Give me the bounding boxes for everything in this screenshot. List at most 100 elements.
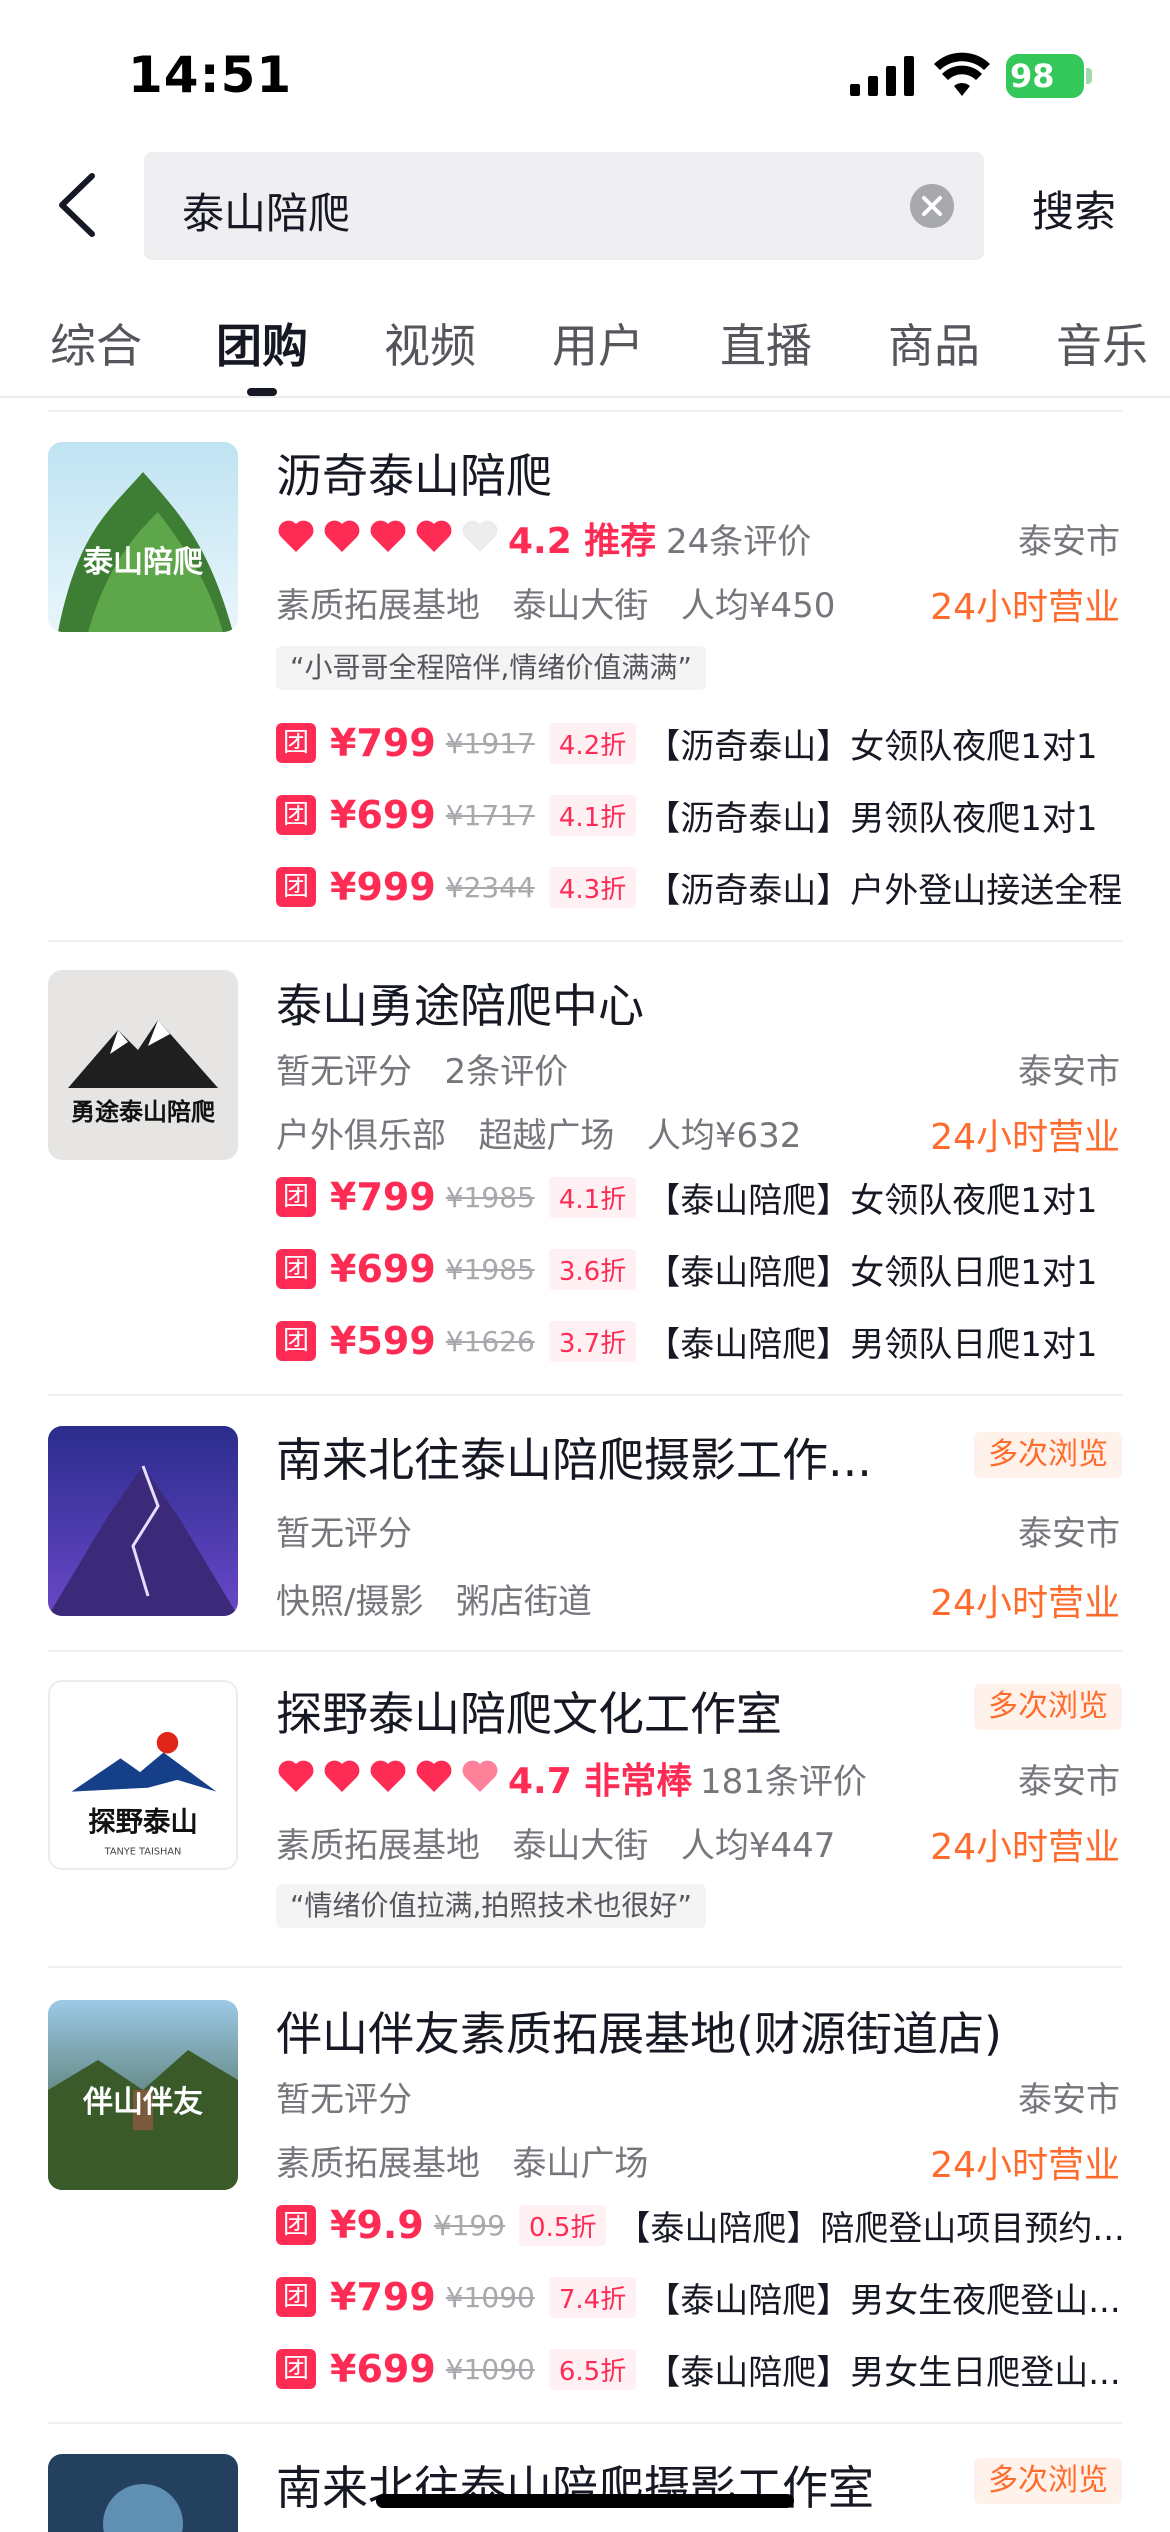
group-buy-tag: 团 bbox=[276, 2205, 316, 2245]
avg-price: 人均¥447 bbox=[680, 1826, 836, 1866]
heart-full-icon bbox=[324, 1760, 360, 1792]
deal-item[interactable]: 团 ¥9.9 ¥199 0.5折 【泰山陪爬】陪爬登山项目预约... bbox=[276, 2200, 1125, 2250]
deal-item[interactable]: 团 ¥699 ¥1717 4.1折 【沥奇泰山】男领队夜爬1对1 bbox=[276, 790, 1097, 840]
heart-full-icon bbox=[278, 1760, 314, 1792]
discount: 0.5折 bbox=[519, 2204, 607, 2246]
tab-group-buy[interactable]: 团购 bbox=[216, 310, 308, 376]
area: 泰山广场 bbox=[512, 2144, 649, 2184]
original-price: ¥1090 bbox=[445, 2280, 535, 2314]
heart-full-icon bbox=[416, 520, 452, 552]
divider bbox=[48, 2422, 1122, 2424]
tab-general[interactable]: 综合 bbox=[50, 310, 142, 376]
thumb-text: 泰山陪爬 bbox=[83, 545, 204, 580]
tab-products[interactable]: 商品 bbox=[888, 310, 980, 376]
deal-item[interactable]: 团 ¥699 ¥1985 3.6折 【泰山陪爬】女领队日爬1对1 bbox=[276, 1244, 1097, 1294]
original-price: ¥1090 bbox=[445, 2352, 535, 2386]
deal-price: ¥799 bbox=[330, 2275, 436, 2319]
back-arrow-icon[interactable] bbox=[48, 170, 108, 240]
heart-partial-icon bbox=[462, 1760, 498, 1792]
deal-item[interactable]: 团 ¥599 ¥1626 3.7折 【泰山陪爬】男领队日爬1对1 bbox=[276, 1316, 1097, 1366]
active-tab-indicator bbox=[247, 388, 277, 396]
deal-name: 【沥奇泰山】户外登山接送全程 bbox=[646, 870, 1123, 911]
business-hours: 24小时营业 bbox=[930, 1827, 1120, 1868]
divider bbox=[48, 1650, 1122, 1652]
deal-price: ¥799 bbox=[330, 1175, 436, 1219]
rating-hearts bbox=[276, 1756, 500, 1796]
original-price: ¥1917 bbox=[445, 726, 535, 760]
deal-item[interactable]: 团 ¥799 ¥1985 4.1折 【泰山陪爬】女领队夜爬1对1 bbox=[276, 1172, 1097, 1222]
rating-score: 4.7 非常棒 bbox=[508, 1761, 693, 1802]
group-buy-tag: 团 bbox=[276, 723, 316, 763]
deal-name: 【泰山陪爬】女领队日爬1对1 bbox=[646, 1252, 1098, 1293]
shop-thumbnail bbox=[48, 1426, 238, 1616]
original-price: ¥199 bbox=[433, 2208, 506, 2242]
avg-price: 人均¥632 bbox=[646, 1116, 802, 1156]
battery-icon: 98 bbox=[1006, 54, 1092, 98]
thumb-text: 探野泰山 bbox=[88, 1806, 198, 1838]
original-price: ¥1717 bbox=[445, 798, 535, 832]
deal-name: 【沥奇泰山】女领队夜爬1对1 bbox=[646, 726, 1098, 767]
rating-score: 暂无评分 bbox=[276, 2080, 412, 2120]
deal-price: ¥9.9 bbox=[330, 2203, 424, 2247]
clear-search-icon[interactable] bbox=[910, 184, 954, 228]
deal-item[interactable]: 团 ¥799 ¥1090 7.4折 【泰山陪爬】男女生夜爬登山... bbox=[276, 2272, 1121, 2322]
city: 泰安市 bbox=[1018, 1052, 1120, 1092]
heart-full-icon bbox=[370, 1760, 406, 1792]
tab-users[interactable]: 用户 bbox=[552, 310, 644, 376]
divider bbox=[48, 410, 1122, 412]
search-button[interactable]: 搜索 bbox=[1032, 178, 1116, 239]
group-buy-tag: 团 bbox=[276, 867, 316, 907]
divider bbox=[48, 940, 1122, 942]
shop-rating-line: 暂无评分 2条评价 bbox=[276, 1044, 568, 1093]
deal-price: ¥999 bbox=[330, 865, 436, 909]
tab-live[interactable]: 直播 bbox=[720, 310, 812, 376]
group-buy-tag: 团 bbox=[276, 2277, 316, 2317]
shop-name[interactable]: 探野泰山陪爬文化工作室 bbox=[276, 1678, 916, 1744]
deal-price: ¥799 bbox=[330, 721, 436, 765]
review-quote: “小哥哥全程陪伴,情绪价值满满” bbox=[276, 646, 706, 690]
business-hours: 24小时营业 bbox=[930, 1117, 1120, 1158]
city: 泰安市 bbox=[1018, 1762, 1120, 1802]
original-price: ¥1985 bbox=[445, 1252, 535, 1286]
shop-name[interactable]: 伴山伴友素质拓展基地(财源街道店) bbox=[276, 1998, 1126, 2064]
area: 泰山大街 bbox=[512, 1826, 649, 1866]
tab-music[interactable]: 音乐 bbox=[1056, 310, 1148, 376]
heart-empty-icon bbox=[462, 520, 498, 552]
deal-price: ¥699 bbox=[330, 793, 436, 837]
shop-meta: 素质拓展基地 泰山广场 bbox=[276, 2136, 648, 2185]
discount: 6.5折 bbox=[548, 2348, 637, 2390]
shop-name[interactable]: 泰山勇途陪爬中心 bbox=[276, 970, 1126, 1036]
review-count: 181条评价 bbox=[700, 1762, 867, 1802]
review-count: 2条评价 bbox=[444, 1052, 569, 1092]
deal-price: ¥699 bbox=[330, 1247, 436, 1291]
shop-meta: 快照/摄影 粥店街道 bbox=[276, 1574, 592, 1623]
avg-price: 人均¥450 bbox=[680, 586, 836, 626]
divider bbox=[48, 1394, 1122, 1396]
home-indicator[interactable] bbox=[376, 2494, 794, 2508]
shop-meta: 户外俱乐部 超越广场 人均¥632 bbox=[276, 1108, 801, 1157]
shop-name[interactable]: 沥奇泰山陪爬 bbox=[276, 440, 1126, 506]
city: 泰安市 bbox=[1018, 2080, 1120, 2120]
heart-full-icon bbox=[324, 520, 360, 552]
business-hours: 24小时营业 bbox=[930, 1583, 1120, 1624]
deal-item[interactable]: 团 ¥799 ¥1917 4.2折 【沥奇泰山】女领队夜爬1对1 bbox=[276, 718, 1097, 768]
rating-score: 暂无评分 bbox=[276, 1052, 412, 1092]
deal-item[interactable]: 团 ¥999 ¥2344 4.3折 【沥奇泰山】户外登山接送全程 bbox=[276, 862, 1122, 912]
deal-name: 【泰山陪爬】陪爬登山项目预约... bbox=[616, 2208, 1125, 2249]
shop-name[interactable]: 南来北往泰山陪爬摄影工作... bbox=[276, 1424, 916, 1490]
shop-thumbnail: 探野泰山 TANYE TAISHAN bbox=[48, 1680, 238, 1870]
area: 超越广场 bbox=[478, 1116, 615, 1156]
shop-name[interactable]: 南来北往泰山陪爬摄影工作室 bbox=[276, 2452, 916, 2518]
deal-name: 【沥奇泰山】男领队夜爬1对1 bbox=[646, 798, 1098, 839]
deal-name: 【泰山陪爬】男女生日爬登山... bbox=[646, 2352, 1121, 2393]
search-input[interactable]: 泰山陪爬 bbox=[144, 152, 984, 260]
tab-video[interactable]: 视频 bbox=[384, 310, 476, 376]
deal-price: ¥699 bbox=[330, 2347, 436, 2391]
heart-full-icon bbox=[370, 520, 406, 552]
status-time: 14:51 bbox=[128, 46, 293, 104]
result-tabs: 综合 团购 视频 用户 直播 商品 音乐 bbox=[0, 300, 1170, 398]
search-query[interactable]: 泰山陪爬 bbox=[182, 180, 350, 241]
deal-item[interactable]: 团 ¥699 ¥1090 6.5折 【泰山陪爬】男女生日爬登山... bbox=[276, 2344, 1121, 2394]
deal-name: 【泰山陪爬】男领队日爬1对1 bbox=[646, 1324, 1098, 1365]
review-quote: “情绪价值拉满,拍照技术也很好” bbox=[276, 1884, 706, 1928]
